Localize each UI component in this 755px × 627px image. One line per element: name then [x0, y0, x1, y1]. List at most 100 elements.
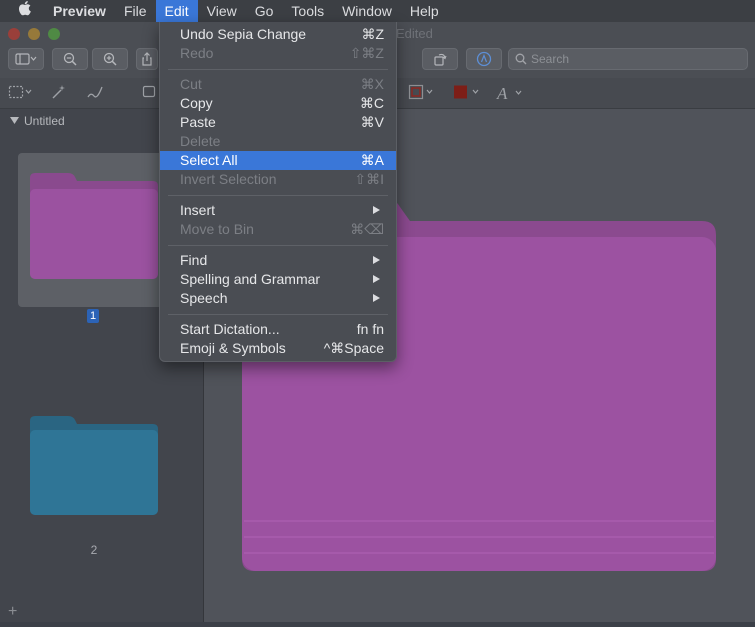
svg-text:A: A	[496, 84, 508, 102]
menu-item-speech[interactable]: Speech	[160, 289, 396, 308]
apple-menu[interactable]	[0, 0, 44, 22]
menu-window[interactable]: Window	[333, 0, 401, 22]
text-style-icon: A	[496, 84, 522, 103]
menu-item-delete[interactable]: Delete	[160, 132, 396, 151]
menu-separator	[168, 245, 388, 246]
close-window-button[interactable]	[8, 28, 20, 40]
rotate-button[interactable]	[422, 48, 458, 70]
invert-selection-shortcut: ⇧⌘I	[354, 171, 384, 187]
menu-bar: Preview File Edit View Go Tools Window H…	[0, 0, 755, 22]
sidebar-header[interactable]: Untitled	[10, 114, 65, 128]
cut-label: Cut	[180, 76, 202, 92]
edit-menu-dropdown: Undo Sepia Change ⌘Z Redo ⇧⌘Z Cut ⌘X Cop…	[159, 22, 397, 362]
fill-color-button[interactable]	[452, 84, 484, 103]
shapes-tool[interactable]	[142, 84, 158, 103]
dictation-label: Start Dictation...	[180, 321, 280, 337]
cut-shortcut: ⌘X	[360, 76, 384, 92]
menu-preview[interactable]: Preview	[44, 0, 115, 22]
menu-item-insert[interactable]: Insert	[160, 201, 396, 220]
submenu-arrow-icon	[373, 206, 380, 214]
rotate-icon	[434, 53, 447, 66]
menu-separator	[168, 195, 388, 196]
menu-item-emoji-symbols[interactable]: Emoji & Symbols ^⌘Space	[160, 339, 396, 358]
menu-item-cut[interactable]: Cut ⌘X	[160, 75, 396, 94]
menu-item-paste[interactable]: Paste ⌘V	[160, 113, 396, 132]
submenu-arrow-icon	[373, 294, 380, 302]
zoom-in-button[interactable]	[92, 48, 128, 70]
zoom-window-button[interactable]	[48, 28, 60, 40]
insert-label: Insert	[180, 202, 216, 218]
undo-label: Undo Sepia Change	[180, 26, 307, 42]
menu-item-start-dictation[interactable]: Start Dictation... fn fn	[160, 320, 396, 339]
menu-edit[interactable]: Edit	[155, 0, 198, 22]
share-icon	[142, 52, 152, 66]
page-number-1: 1	[87, 309, 99, 323]
menu-item-redo[interactable]: Redo ⇧⌘Z	[160, 44, 396, 63]
emoji-shortcut: ^⌘Space	[323, 340, 384, 356]
find-label: Find	[180, 252, 208, 268]
menu-tools[interactable]: Tools	[282, 0, 333, 22]
select-all-shortcut: ⌘A	[360, 152, 384, 168]
dictation-shortcut: fn fn	[356, 321, 384, 337]
menu-item-copy[interactable]: Copy ⌘C	[160, 94, 396, 113]
disclosure-triangle-icon	[10, 117, 19, 124]
blue-folder-icon	[30, 416, 158, 515]
sketch-tool[interactable]	[86, 84, 104, 103]
spelling-label: Spelling and Grammar	[180, 271, 321, 287]
sidebar-toggle-icon	[15, 53, 37, 65]
submenu-arrow-icon	[373, 256, 380, 264]
page-number-2: 2	[90, 543, 98, 557]
border-color-button[interactable]	[408, 84, 438, 103]
markup-button[interactable]	[466, 48, 502, 70]
submenu-arrow-icon	[373, 275, 380, 283]
search-placeholder: Search	[531, 52, 570, 66]
redo-label: Redo	[180, 45, 214, 61]
instant-alpha-icon	[52, 85, 65, 99]
invert-selection-label: Invert Selection	[180, 171, 277, 187]
paste-label: Paste	[180, 114, 216, 130]
undo-shortcut: ⌘Z	[361, 26, 384, 42]
minimize-window-button[interactable]	[28, 28, 40, 40]
speech-label: Speech	[180, 290, 228, 306]
delete-label: Delete	[180, 133, 221, 149]
menu-help[interactable]: Help	[401, 0, 448, 22]
sketch-icon	[87, 86, 103, 98]
fill-color-icon	[454, 85, 479, 99]
zoom-out-button[interactable]	[52, 48, 88, 70]
zoom-out-icon	[63, 52, 77, 66]
document-name: Untitled	[24, 114, 65, 128]
zoom-in-icon	[103, 52, 117, 66]
paste-shortcut: ⌘V	[360, 114, 384, 130]
menu-item-spelling-grammar[interactable]: Spelling and Grammar	[160, 270, 396, 289]
copy-label: Copy	[180, 95, 213, 111]
menu-go[interactable]: Go	[246, 0, 283, 22]
menu-item-move-to-bin[interactable]: Move to Bin ⌘⌫	[160, 220, 396, 239]
emoji-label: Emoji & Symbols	[180, 340, 286, 356]
shape-style-icon	[408, 84, 433, 100]
menu-separator	[168, 314, 388, 315]
sidebar-toggle-button[interactable]	[8, 48, 44, 70]
rect-selection-icon	[8, 85, 32, 99]
search-field[interactable]: Search	[508, 48, 748, 70]
add-page-button[interactable]: +	[8, 603, 17, 621]
move-to-bin-shortcut: ⌘⌫	[350, 221, 384, 237]
edited-label: Edited	[396, 26, 433, 41]
instant-alpha-tool[interactable]	[50, 84, 68, 103]
menu-view[interactable]: View	[198, 0, 246, 22]
menu-item-select-all[interactable]: Select All ⌘A	[160, 151, 396, 170]
menu-file[interactable]: File	[115, 0, 156, 22]
menu-item-find[interactable]: Find	[160, 251, 396, 270]
search-icon	[515, 53, 527, 65]
markup-pen-icon	[476, 51, 492, 67]
rect-selection-tool[interactable]	[8, 84, 34, 103]
menu-separator	[168, 69, 388, 70]
page-thumbnail-2[interactable]	[18, 399, 184, 529]
share-button[interactable]	[136, 48, 158, 70]
select-all-label: Select All	[180, 152, 238, 168]
apple-logo-icon	[18, 1, 31, 16]
shapes-icon	[142, 85, 156, 98]
menu-item-undo[interactable]: Undo Sepia Change ⌘Z	[160, 25, 396, 44]
redo-shortcut: ⇧⌘Z	[349, 45, 384, 61]
text-style-button[interactable]: A	[496, 84, 528, 105]
menu-item-invert-selection[interactable]: Invert Selection ⇧⌘I	[160, 170, 396, 189]
